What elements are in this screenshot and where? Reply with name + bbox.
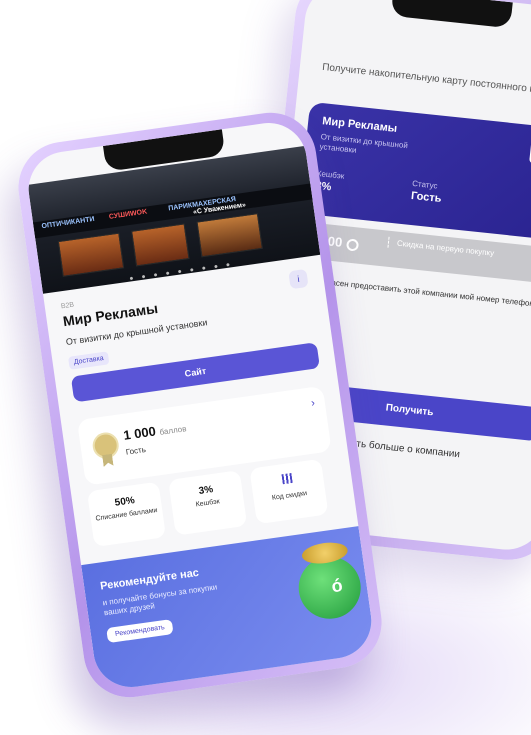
referral-banner: Рекомендуйте нас и получайте бонусы за п… (81, 526, 377, 692)
cashback-tile[interactable]: 3% Кешбэк (168, 470, 248, 536)
balance-unit: баллов (158, 424, 187, 437)
coin-pot-icon (294, 552, 365, 623)
card-intro-text: Получите накопительную карту постоянного… (321, 61, 531, 99)
coin-icon (345, 238, 359, 252)
business-category: B2B (60, 301, 75, 311)
shop-window (196, 213, 263, 258)
write-off-tile[interactable]: 50% Списание баллами (86, 481, 167, 548)
shop-window (57, 232, 125, 277)
recommend-button[interactable]: Рекомендовать (106, 619, 174, 644)
status-block: Статус Гость (410, 179, 443, 205)
cashback-label: Кешбэк (316, 168, 345, 181)
discount-code-tile[interactable]: Код скидки (249, 458, 329, 525)
status-label: Статус (411, 178, 438, 191)
info-icon[interactable]: i (288, 268, 309, 290)
status-value: Гость (125, 445, 147, 457)
tile-label: Код скидки (271, 489, 308, 502)
consent-text: Я согласен предоставить этой компании мо… (307, 275, 531, 309)
balance-line: 1 000 баллов (122, 419, 187, 443)
phone-front-screen: ОПТИЧИКАНТИ СУШИWOK ПАРИКМАХЕРСКАЯ «С Ув… (23, 118, 377, 692)
chevron-right-icon[interactable]: › (310, 397, 315, 409)
shop-window (131, 223, 190, 267)
delivery-tag: Доставка (68, 351, 110, 370)
balance-value: 1 000 (122, 423, 157, 443)
loyalty-card: Мир Рекламы От визитки до крышной устано… (298, 101, 531, 241)
points-discount: Скидка на первую покупку (387, 236, 495, 259)
qr-code-icon (281, 472, 293, 485)
status-value: Гость (410, 189, 442, 205)
notch (390, 0, 513, 29)
medal-icon (91, 430, 121, 461)
business-title: Мир Рекламы (61, 300, 159, 330)
storefront-sign: СУШИWOK (108, 208, 148, 221)
storefront-sign: ОПТИЧИКАНТИ (41, 215, 96, 231)
